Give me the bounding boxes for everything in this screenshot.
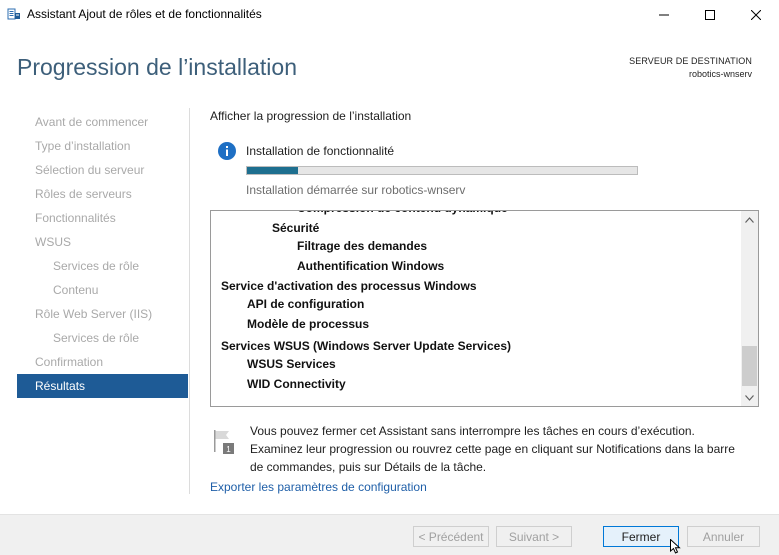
window-title: Assistant Ajout de rôles et de fonctionn…	[27, 7, 262, 21]
notification-count: 1	[226, 445, 231, 454]
feature-list-item: WID Connectivity	[247, 377, 346, 391]
nav-item: Sélection du serveur	[35, 163, 145, 177]
feature-list-item: Sécurité	[272, 221, 320, 235]
installation-progress-bar	[246, 166, 638, 175]
nav-item: WSUS	[35, 235, 71, 249]
server-manager-icon	[7, 8, 20, 20]
installation-status: Installation démarrée sur robotics-wnser…	[246, 183, 466, 197]
minimize-icon	[659, 14, 669, 16]
close-icon	[751, 10, 761, 20]
close-window-button[interactable]	[733, 0, 779, 30]
nav-item[interactable]: Résultats	[17, 374, 188, 398]
feature-list-item: Modèle de processus	[247, 317, 370, 331]
maximize-icon	[705, 10, 715, 20]
feature-list-item: Authentification Windows	[297, 259, 445, 273]
nav-item: Confirmation	[35, 355, 104, 369]
scroll-up-button[interactable]	[741, 211, 758, 228]
close-wizard-note: Vous pouvez fermer cet Assistant sans in…	[250, 424, 735, 474]
previous-button[interactable]: < Précédent	[413, 526, 489, 547]
title-bar: Assistant Ajout de rôles et de fonctionn…	[0, 0, 779, 30]
destination-server-name: robotics-wnserv	[688, 69, 752, 79]
nav-divider	[189, 108, 190, 494]
scroll-down-button[interactable]	[741, 389, 758, 406]
feature-list-item: Filtrage des demandes	[297, 239, 428, 253]
flag-notification-icon: 1	[214, 430, 234, 454]
vertical-scrollbar[interactable]	[741, 211, 758, 406]
nav-item: Services de rôle	[53, 331, 140, 345]
mouse-cursor-icon	[670, 539, 681, 554]
next-button[interactable]: Suivant >	[496, 526, 572, 547]
chevron-down-icon	[745, 394, 754, 401]
nav-item: Avant de commencer	[35, 115, 149, 129]
section-title: Afficher la progression de l’installatio…	[210, 109, 412, 123]
feature-list-item: Services WSUS (Windows Server Update Ser…	[221, 339, 512, 353]
nav-item: Contenu	[53, 283, 99, 297]
chevron-up-icon	[745, 216, 754, 223]
feature-list-item: WSUS Services	[247, 357, 336, 371]
destination-server-label: SERVEUR DE DESTINATION	[629, 56, 752, 66]
info-icon	[218, 142, 236, 160]
cancel-button[interactable]: Annuler	[687, 526, 760, 547]
minimize-button[interactable]	[641, 0, 687, 30]
wizard-navigation: Avant de commencer Type d’installation Sél…	[17, 110, 188, 398]
nav-item: Services de rôle	[53, 259, 140, 273]
nav-item: Fonctionnalités	[35, 211, 116, 225]
progress-bar-fill	[247, 167, 298, 174]
nav-item: Rôle Web Server (IIS)	[35, 307, 153, 321]
feature-list-item: API de configuration	[247, 297, 365, 311]
feature-list-item: Compression de contenu dynamique	[297, 211, 508, 215]
nav-item: Rôles de serveurs	[35, 187, 132, 201]
scrollbar-thumb[interactable]	[742, 346, 757, 386]
feature-results-list[interactable]: Compression de contenu dynamique Sécurité…	[210, 210, 759, 407]
feature-list-item: Service d'activation des processus Windo…	[221, 279, 477, 293]
nav-item: Type d’installation	[35, 139, 131, 153]
maximize-button[interactable]	[687, 0, 733, 30]
installation-title: Installation de fonctionnalité	[246, 144, 395, 158]
export-configuration-link[interactable]: Exporter les paramètres de configuration	[210, 480, 427, 494]
page-title: Progression de l’installation	[17, 54, 297, 80]
close-button[interactable]: Fermer	[603, 526, 679, 547]
wizard-footer: < Précédent Suivant > Fermer Annuler	[0, 514, 779, 555]
